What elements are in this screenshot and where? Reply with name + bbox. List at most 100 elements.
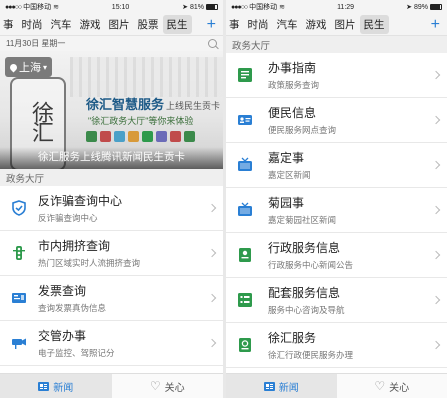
tab-fashion[interactable]: 时尚 [244,15,273,34]
tab-shi[interactable]: 事 [229,15,244,34]
add-channel-icon[interactable]: + [431,16,444,33]
banner[interactable]: 徐汇 上海 ▾ 徐汇智慧服务 上线民生贡卡 "徐汇政务大厅"等你来体验 徐汇服务上线… [0,51,223,169]
heart-icon: ♡ [149,379,161,393]
signal-icon: ●●●○○ [5,3,22,11]
section-header: 政务大厅 [0,169,223,186]
tv-icon [236,157,253,174]
chevron-right-icon [431,340,441,350]
tab-fashion[interactable]: 时尚 [18,15,47,34]
badge-icon [236,337,253,354]
item-subtitle: 嘉定区新闻 [268,170,311,180]
list-item-traffic[interactable]: 交管办事电子监控、驾照记分 [0,321,223,366]
tab-follow[interactable]: ♡ 关心 [337,374,447,398]
battery-icon [206,4,218,10]
left-screen: ●●●○○ 中国移动 ≋ 15:10 ➤ 81% 事 时尚 汽车 游戏 图片 股票 民… [0,0,223,398]
chevron-right-icon [431,250,441,260]
tab-pictures[interactable]: 图片 [105,15,134,34]
item-subtitle: 徐汇行政便民服务办理 [268,350,354,360]
chevron-down-icon: ▾ [43,62,48,72]
item-title: 徐汇服务 [268,331,317,345]
banner-app-icon [114,131,125,142]
bottom-tab-bar: 新闻 ♡ 关心 [226,373,447,398]
banner-app-icon [100,131,111,142]
tab-follow-label: 关心 [389,382,410,394]
right-screen: ●●●○○ 中国移动 ≋ 11:29 ➤ 89% 事 时尚 汽车 游戏 图片 民生 +… [226,0,447,398]
item-title: 反诈骗查询中心 [38,194,123,208]
list-item-juyuan[interactable]: 菊园事 嘉定菊园社区新闻 [226,188,447,233]
item-title: 配套服务信息 [268,286,341,300]
document-icon [236,247,253,264]
list-item-xuhui-service[interactable]: 徐汇服务徐汇行政便民服务办理 [226,323,447,368]
tab-news[interactable]: 新闻 [226,374,337,398]
list-item-invoice[interactable]: 发票查询 查询发票真伪信息 [0,276,223,321]
item-title: 菊园事 [268,196,305,210]
item-title: 发票查询 [38,284,87,298]
clock: 15:10 [111,3,130,11]
tab-pictures[interactable]: 图片 [331,15,360,34]
list-item-guide[interactable]: 办事指南 政策服务查询 [226,53,447,98]
tab-follow-label: 关心 [164,382,185,394]
pin-icon [8,62,19,72]
chevron-right-icon [207,203,217,213]
chevron-right-icon [431,70,441,80]
chevron-right-icon [431,160,441,170]
tab-stocks[interactable]: 股票 [134,15,163,34]
chevron-right-icon [207,293,217,303]
item-title: 交管办事 [38,329,87,343]
shield-icon [10,200,27,217]
tab-auto[interactable]: 汽车 [47,15,76,34]
list-item-convenience[interactable]: 便民信息 便民服务网点查询 [226,98,447,143]
calligraphy: 徐汇 [28,101,53,141]
list-item-anti-fraud[interactable]: 反诈骗查询中心 反诈骗查询中心 [0,186,223,231]
banner-app-icon [86,131,97,142]
carrier-label: 中国移动 [249,4,278,11]
tv-icon [236,202,253,219]
wifi-icon: ≋ [279,4,286,11]
tab-follow[interactable]: ♡ 关心 [112,374,224,398]
banner-app-icon [142,131,153,142]
location-icon: ➤ [406,4,412,11]
list-item-support-service[interactable]: 配套服务信息 服务中心咨询及导航 [226,278,447,323]
channel-nav: 事 时尚 汽车 游戏 图片 股票 民生 + [0,14,223,36]
status-bar: ●●●○○ 中国移动 ≋ 11:29 ➤ 89% [226,0,447,14]
search-icon[interactable] [208,39,217,48]
battery-icon [430,4,442,10]
status-bar: ●●●○○ 中国移动 ≋ 15:10 ➤ 81% [0,0,223,14]
tab-auto[interactable]: 汽车 [273,15,302,34]
tab-news-label: 新闻 [278,382,299,394]
tab-news[interactable]: 新闻 [0,374,112,398]
signal-icon: ●●●○○ [231,3,248,11]
item-title: 办事指南 [268,61,317,75]
tab-games[interactable]: 游戏 [76,15,105,34]
list-item-crowd[interactable]: 市内拥挤查询 热门区域实时人流拥挤查询 [0,231,223,276]
add-channel-icon[interactable]: + [207,16,220,33]
tab-shi[interactable]: 事 [3,15,18,34]
chevron-right-icon [431,115,441,125]
item-subtitle: 反诈骗查询中心 [38,213,98,223]
news-icon [263,381,275,391]
tab-games[interactable]: 游戏 [302,15,331,34]
tab-livelihood[interactable]: 民生 [162,15,192,34]
guide-icon [236,67,253,84]
channel-nav: 事 时尚 汽车 游戏 图片 民生 + [226,14,447,36]
location-selector[interactable]: 上海 ▾ [5,57,53,77]
camera-icon [10,335,27,352]
banner-app-icon [128,131,139,142]
banner-subtitle: "徐汇政务大厅"等你来体验 [88,116,194,126]
banner-icons [86,131,195,142]
list-item-jiading[interactable]: 嘉定事 嘉定区新闻 [226,143,447,188]
id-card-icon [236,112,253,129]
item-title: 嘉定事 [268,151,305,165]
item-subtitle: 电子监控、驾照记分 [38,348,115,358]
item-title: 便民信息 [268,106,317,120]
banner-app-icon [170,131,181,142]
battery-percent: 89% [413,3,428,11]
item-title: 行政服务信息 [268,241,341,255]
clock: 11:29 [337,3,355,11]
date-label: 11月30日 星期一 [6,39,66,48]
section-header: 政务大厅 [226,36,447,53]
list-item-admin-service[interactable]: 行政服务信息 行政服务中心新闻公告 [226,233,447,278]
tab-livelihood[interactable]: 民生 [359,15,389,34]
banner-title-suffix: 上线民生贡卡 [166,101,221,111]
date-bar: 11月30日 星期一 [0,36,223,51]
